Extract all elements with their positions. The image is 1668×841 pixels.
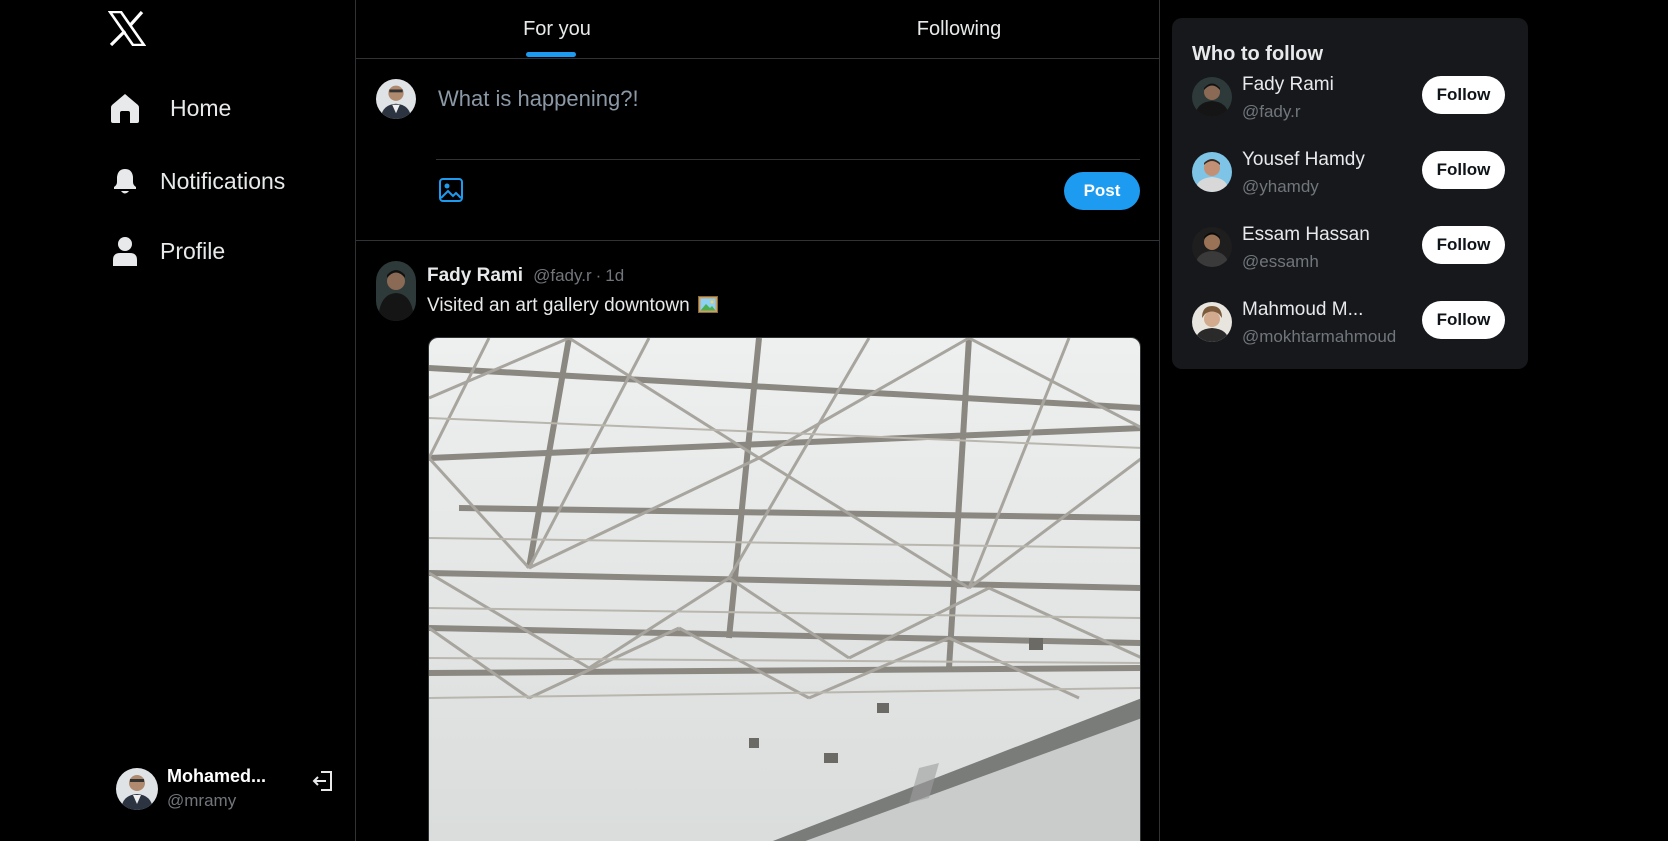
who-to-follow-title: Who to follow (1192, 43, 1324, 65)
follow-button[interactable]: Follow (1422, 151, 1505, 189)
suggested-user-name: Mahmoud M... (1242, 299, 1364, 320)
suggested-user-handle: @essamh (1242, 252, 1319, 271)
compose-input[interactable] (436, 79, 1136, 119)
tweet-timestamp[interactable]: 1d (605, 266, 624, 286)
nav-profile-label: Profile (160, 237, 226, 264)
avatar (376, 261, 416, 321)
account-handle: @mramy (167, 791, 237, 810)
compose-divider (436, 159, 1140, 160)
tab-following-label: Following (916, 18, 1002, 40)
active-tab-indicator (526, 52, 576, 57)
image-icon[interactable] (438, 177, 464, 203)
suggested-user-handle: @mokhtarmahmoud (1242, 327, 1397, 346)
avatar (1192, 302, 1232, 342)
avatar (1192, 227, 1232, 267)
follow-button[interactable]: Follow (1422, 301, 1505, 339)
suggested-user-name: Essam Hassan (1242, 224, 1370, 245)
follow-button[interactable]: Follow (1422, 226, 1505, 264)
tab-following[interactable]: Following (758, 0, 1159, 58)
post-button[interactable]: Post (1064, 172, 1140, 210)
avatar (1192, 77, 1232, 117)
tweet[interactable]: Fady Rami @fady.r · 1d Visited an art ga… (356, 241, 1159, 841)
suggested-user-handle: @fady.r (1242, 102, 1301, 121)
tab-for-you-label: For you (523, 18, 591, 40)
x-logo-icon[interactable] (107, 10, 147, 47)
tweet-text: Visited an art gallery downtown (427, 295, 690, 316)
bell-icon (108, 164, 142, 198)
main-feed: For you Following Post (356, 0, 1160, 841)
suggested-user[interactable]: Yousef Hamdy @yhamdy Follow (1192, 149, 1512, 209)
avatar (1192, 152, 1232, 192)
feed-tabs: For you Following (356, 0, 1159, 59)
avatar (116, 767, 158, 810)
left-sidebar: Home Notifications Profile Mohamed... @m… (0, 0, 356, 841)
nav-profile[interactable]: Profile (108, 234, 225, 268)
tab-for-you[interactable]: For you (356, 0, 758, 58)
compose-box: Post (356, 59, 1159, 241)
home-icon (108, 91, 142, 125)
tweet-text-container: Visited an art gallery downtown (427, 295, 718, 317)
suggested-user-name: Fady Rami (1242, 74, 1334, 95)
tweet-separator: · (595, 266, 602, 285)
who-to-follow-panel: Who to follow Fady Rami @fady.r Follow Y… (1172, 18, 1528, 369)
nav-notifications-label: Notifications (160, 167, 286, 194)
suggested-user[interactable]: Essam Hassan @essamh Follow (1192, 224, 1512, 284)
avatar (376, 79, 416, 119)
account-switcher[interactable]: Mohamed... @mramy (116, 766, 338, 811)
suggested-user-handle: @yhamdy (1242, 177, 1319, 196)
framed-picture-emoji-icon (697, 296, 718, 313)
tweet-author-handle[interactable]: @fady.r (533, 266, 592, 286)
nav-home[interactable]: Home (108, 91, 231, 125)
follow-button[interactable]: Follow (1422, 76, 1505, 114)
nav-notifications[interactable]: Notifications (108, 164, 285, 198)
tweet-header: Fady Rami @fady.r · 1d (427, 265, 624, 287)
logout-icon[interactable] (312, 770, 334, 792)
user-icon (108, 234, 142, 268)
tweet-author-name[interactable]: Fady Rami (427, 265, 523, 287)
suggested-user[interactable]: Fady Rami @fady.r Follow (1192, 74, 1512, 134)
suggested-user-name: Yousef Hamdy (1242, 149, 1365, 170)
suggested-user[interactable]: Mahmoud M... @mokhtarmahmoud Follow (1192, 299, 1512, 359)
tweet-image[interactable] (428, 337, 1141, 841)
nav-home-label: Home (170, 94, 232, 121)
